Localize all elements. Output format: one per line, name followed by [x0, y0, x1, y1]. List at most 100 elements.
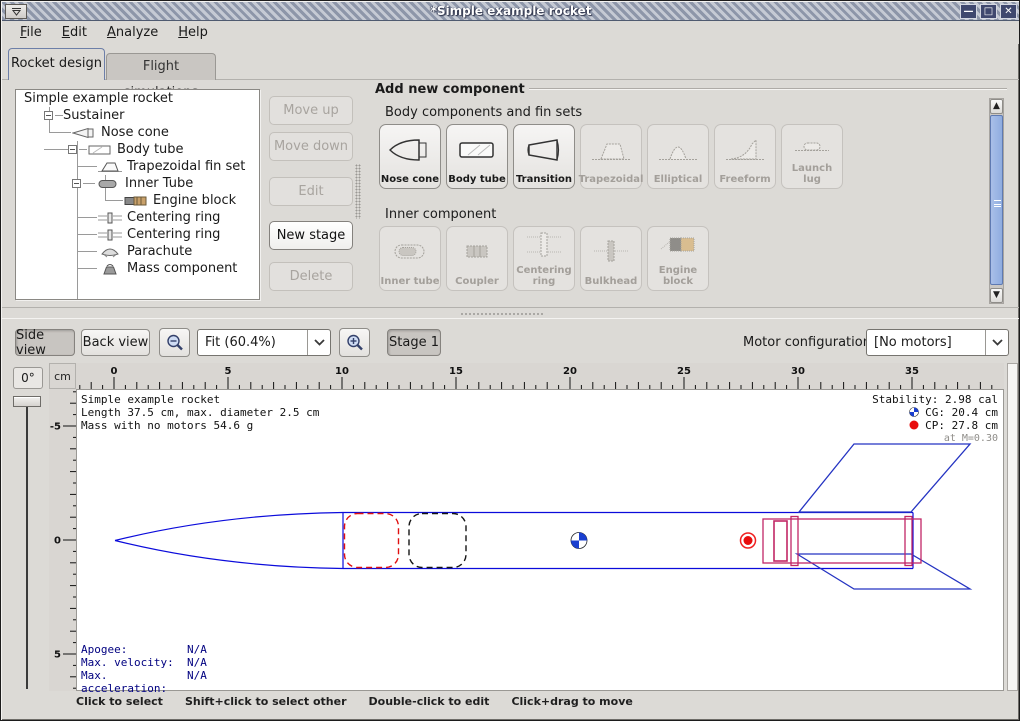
move-down-button[interactable]: Move down	[269, 132, 353, 161]
add-transition-button[interactable]: Transition	[513, 124, 575, 189]
zoom-in-icon	[345, 333, 365, 353]
close-button[interactable]: ✕	[1000, 4, 1017, 19]
rocket-design-canvas[interactable]: Simple example rocketLength 37.5 cm, max…	[76, 389, 1004, 691]
add-freeform-fin-button[interactable]: Freeform	[714, 124, 776, 189]
svg-text:5: 5	[54, 650, 61, 661]
add-coupler-button[interactable]: Coupler	[446, 226, 508, 291]
svg-text:35: 35	[905, 366, 919, 377]
horizontal-splitter[interactable]	[2, 307, 1020, 319]
svg-text:20: 20	[563, 366, 577, 377]
inner-tube-icon	[95, 178, 121, 190]
zoom-level-value: Fit (60.4%)	[198, 335, 307, 350]
zoom-level-select[interactable]: Fit (60.4%)	[197, 329, 331, 356]
add-trapezoidal-fin-button[interactable]: Trapezoidal	[580, 124, 642, 189]
title-bar[interactable]: *Simple example rocket — □ ✕	[2, 2, 1020, 21]
zoom-out-icon	[165, 333, 185, 353]
centering-ring-icon	[97, 212, 123, 224]
zoom-in-button[interactable]	[339, 328, 370, 357]
body-components-label: Body components and fin sets	[385, 105, 582, 120]
max-acceleration-value: N/A	[187, 669, 207, 695]
cg-marker-icon	[909, 407, 919, 417]
tree-item-body-tube[interactable]: Body tube	[16, 141, 259, 158]
menu-edit[interactable]: Edit	[52, 23, 97, 42]
inner-tube-icon	[387, 227, 433, 276]
menu-file[interactable]: File	[10, 23, 52, 42]
add-nose-cone-button[interactable]: Nose cone	[379, 124, 441, 189]
back-view-button[interactable]: Back view	[81, 329, 150, 356]
component-tree[interactable]: Simple example rocket Sustainer Nose con…	[15, 89, 260, 300]
menu-bar: File Edit Analyze Help	[2, 21, 1020, 44]
scroll-down-icon[interactable]: ▼	[990, 288, 1003, 303]
rotation-angle-indicator: 0°	[13, 367, 43, 389]
svg-text:10: 10	[335, 366, 349, 377]
vertical-ruler: -505	[49, 389, 76, 691]
tree-item-nose-cone[interactable]: Nose cone	[16, 124, 259, 141]
svg-text:0: 0	[111, 366, 118, 377]
add-inner-tube-button[interactable]: Inner tube	[379, 226, 441, 291]
vertical-ruler-svg: -505	[49, 389, 76, 691]
group-divider	[529, 88, 1007, 90]
centering-ring-icon	[521, 227, 567, 265]
move-up-button[interactable]: Move up	[269, 96, 353, 125]
menu-analyze[interactable]: Analyze	[97, 23, 168, 42]
engine-block-icon	[123, 195, 149, 207]
tree-item-trapezoidal-fin-set[interactable]: Trapezoidal fin set	[16, 158, 259, 175]
svg-text:30: 30	[791, 366, 805, 377]
component-panel-scrollbar[interactable]: ▲ ▼	[989, 98, 1004, 304]
zoom-out-button[interactable]	[159, 328, 190, 357]
cg-line: CG: 20.4 cm	[872, 406, 998, 419]
menu-help[interactable]: Help	[168, 23, 218, 42]
inner-component-label: Inner component	[385, 207, 496, 222]
minimize-button[interactable]: —	[960, 4, 977, 19]
scroll-up-icon[interactable]: ▲	[990, 99, 1003, 114]
trapezoidal-fin-icon	[588, 125, 634, 174]
collapse-icon[interactable]	[72, 179, 81, 188]
tree-item-parachute[interactable]: Parachute	[16, 243, 259, 260]
app-window: *Simple example rocket — □ ✕ File Edit A…	[0, 0, 1020, 721]
tree-item-centering-ring-1[interactable]: Centering ring	[16, 209, 259, 226]
apogee-value: N/A	[187, 643, 207, 656]
vertical-splitter[interactable]	[355, 164, 361, 219]
tree-item-sustainer[interactable]: Sustainer	[16, 107, 259, 124]
max-velocity-value: N/A	[187, 656, 207, 669]
tree-item-rocket[interactable]: Simple example rocket	[16, 90, 259, 107]
tab-flight-simulations[interactable]: Flight simulations	[106, 53, 216, 80]
window-title: *Simple example rocket	[2, 4, 1020, 18]
tree-item-engine-block[interactable]: Engine block	[16, 192, 259, 209]
maximize-button[interactable]: □	[980, 4, 997, 19]
horizontal-ruler-svg: 05101520253035	[76, 363, 1004, 389]
chevron-down-icon	[307, 330, 330, 355]
delete-button[interactable]: Delete	[269, 262, 353, 291]
svg-text:5: 5	[225, 366, 232, 377]
add-centering-ring-button[interactable]: Centering ring	[513, 226, 575, 291]
motor-configuration-select[interactable]: [No motors]	[866, 329, 1009, 356]
tree-item-inner-tube[interactable]: Inner Tube	[16, 175, 259, 192]
tab-rocket-design[interactable]: Rocket design	[8, 48, 105, 80]
status-tip: Click+drag to move	[511, 695, 632, 711]
body-tube-icon	[454, 125, 500, 174]
centering-ring-icon	[97, 229, 123, 241]
rocket-info-text: Simple example rocketLength 37.5 cm, max…	[81, 393, 319, 432]
freeform-fin-icon	[722, 125, 768, 174]
canvas-scrollbar[interactable]	[1007, 363, 1018, 691]
add-launch-lug-button[interactable]: Launch lug	[781, 124, 843, 189]
rotation-slider-track[interactable]	[26, 399, 28, 689]
add-body-tube-button[interactable]: Body tube	[446, 124, 508, 189]
svg-text:15: 15	[449, 366, 463, 377]
add-bulkhead-button[interactable]: Bulkhead	[580, 226, 642, 291]
scrollbar-thumb[interactable]	[990, 115, 1003, 285]
tree-item-mass-component[interactable]: Mass component	[16, 260, 259, 277]
edit-button[interactable]: Edit	[269, 177, 353, 206]
collapse-icon[interactable]	[44, 111, 53, 120]
rotation-slider-handle[interactable]	[13, 396, 41, 407]
tree-item-centering-ring-2[interactable]: Centering ring	[16, 226, 259, 243]
trapezoidal-fin-icon	[97, 161, 123, 173]
stage-1-toggle[interactable]: Stage 1	[387, 329, 441, 356]
side-view-button[interactable]: Side view	[15, 329, 75, 356]
collapse-icon[interactable]	[68, 145, 77, 154]
add-elliptical-fin-button[interactable]: Elliptical	[647, 124, 709, 189]
add-engine-block-button[interactable]: Engine block	[647, 226, 709, 291]
rocket-drawing	[77, 390, 1003, 690]
new-stage-button[interactable]: New stage	[269, 221, 353, 250]
nose-cone-icon	[71, 127, 97, 139]
